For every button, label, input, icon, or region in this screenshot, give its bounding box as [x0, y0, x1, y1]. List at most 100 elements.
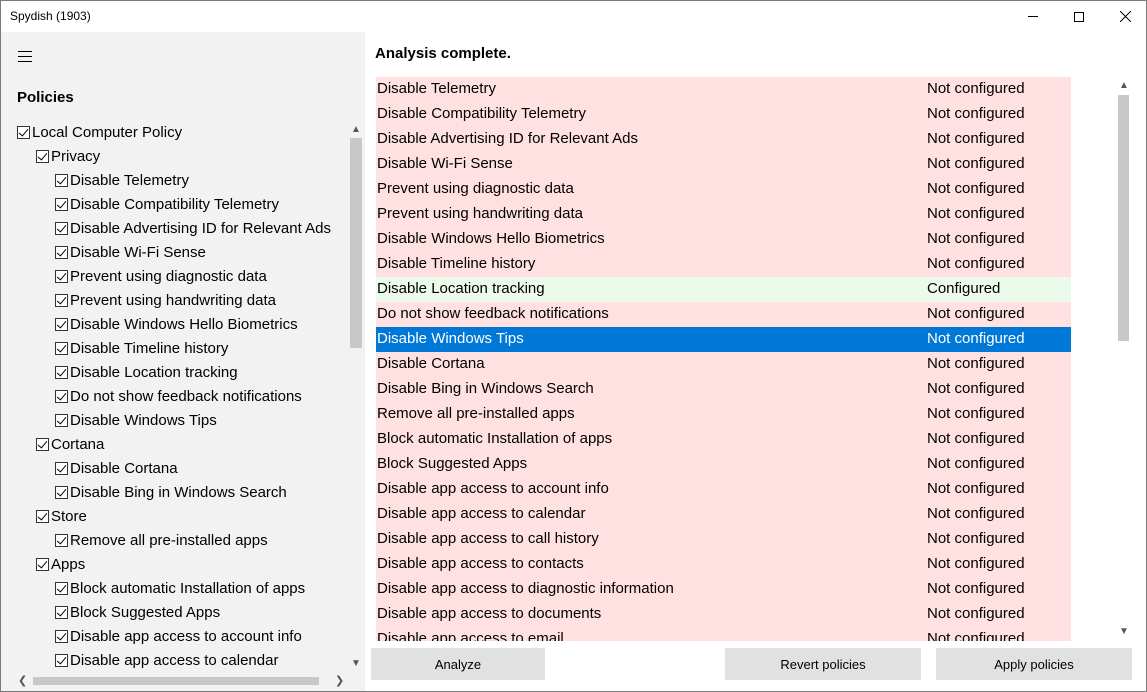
list-vertical-scrollbar[interactable]: ▲ ▼ — [1115, 77, 1132, 641]
sidebar-horizontal-scrollbar[interactable]: ❮ ❯ — [15, 673, 349, 689]
policy-row[interactable]: Prevent using handwriting data Not config… — [376, 202, 1071, 227]
tree-item[interactable]: Disable Windows Hello Biometrics — [55, 312, 298, 336]
scroll-thumb-horizontal[interactable] — [33, 677, 319, 685]
apply-policies-button[interactable]: Apply policies — [936, 648, 1132, 680]
policy-row[interactable]: Disable app access to call history Not co… — [376, 527, 1071, 552]
checkbox-checked-icon[interactable] — [55, 533, 68, 547]
checkbox-checked-icon[interactable] — [36, 557, 49, 571]
policy-row[interactable]: Remove all pre-installed apps Not configu… — [376, 402, 1071, 427]
scroll-left-icon[interactable]: ❮ — [18, 674, 27, 687]
policy-row[interactable]: Disable app access to calendar Not config… — [376, 502, 1071, 527]
tree-item[interactable]: Block automatic Installation of apps — [55, 576, 305, 600]
maximize-button[interactable] — [1056, 1, 1102, 32]
tree-item[interactable]: Disable Telemetry — [55, 168, 189, 192]
scroll-right-icon[interactable]: ❯ — [335, 674, 344, 687]
policy-row[interactable]: Disable Cortana Not configured — [376, 352, 1071, 377]
policy-list: Disable Telemetry Not configured Disable C… — [376, 77, 1071, 641]
policy-row[interactable]: Disable Windows Tips Not configured — [376, 327, 1071, 352]
policy-name: Disable app access to calendar — [377, 505, 586, 522]
policy-row[interactable]: Disable app access to contacts Not config… — [376, 552, 1071, 577]
tree-item[interactable]: Local Computer Policy — [17, 120, 182, 144]
tree-item[interactable]: Disable app access to calendar — [55, 648, 278, 670]
checkbox-checked-icon[interactable] — [36, 509, 49, 523]
checkbox-checked-icon[interactable] — [55, 605, 68, 619]
tree-item[interactable]: Remove all pre-installed apps — [55, 528, 268, 552]
checkbox-checked-icon[interactable] — [55, 485, 68, 499]
tree-item[interactable]: Do not show feedback notifications — [55, 384, 302, 408]
policy-name: Block Suggested Apps — [377, 455, 528, 472]
policy-status: Configured — [927, 280, 1001, 297]
tree-item[interactable]: Disable Cortana — [55, 456, 178, 480]
policy-row[interactable]: Disable Bing in Windows Search Not config… — [376, 377, 1071, 402]
policy-row[interactable]: Disable Compatibility Telemetry Not confi… — [376, 102, 1071, 127]
policy-row[interactable]: Disable Location tracking Configured — [376, 277, 1071, 302]
checkbox-checked-icon[interactable] — [55, 221, 68, 235]
revert-policies-button[interactable]: Revert policies — [725, 648, 921, 680]
checkbox-checked-icon[interactable] — [17, 125, 30, 139]
checkbox-checked-icon[interactable] — [55, 173, 68, 187]
tree-item-label: Privacy — [51, 147, 101, 165]
policy-row[interactable]: Block automatic Installation of apps Not … — [376, 427, 1071, 452]
analyze-button[interactable]: Analyze — [371, 648, 545, 680]
checkbox-checked-icon[interactable] — [55, 293, 68, 307]
scroll-up-icon[interactable]: ▲ — [1119, 80, 1129, 91]
policy-row[interactable]: Disable Telemetry Not configured — [376, 77, 1071, 102]
policy-row[interactable]: Disable app access to documents Not confi… — [376, 602, 1071, 627]
policy-row[interactable]: Disable app access to diagnostic informa… — [376, 577, 1071, 602]
checkbox-checked-icon[interactable] — [55, 461, 68, 475]
tree-item[interactable]: Store — [36, 504, 87, 528]
policy-row[interactable]: Prevent using diagnostic data Not configu… — [376, 177, 1071, 202]
checkbox-checked-icon[interactable] — [55, 581, 68, 595]
tree-item[interactable]: Prevent using handwriting data — [55, 288, 276, 312]
scroll-down-icon[interactable]: ▼ — [351, 658, 361, 669]
tree-item[interactable]: Block Suggested Apps — [55, 600, 220, 624]
tree-item[interactable]: Disable Wi-Fi Sense — [55, 240, 206, 264]
policy-status: Not configured — [927, 580, 1025, 597]
sidebar-vertical-scrollbar[interactable]: ▲ ▼ — [348, 120, 364, 672]
tree-item-label: Disable Compatibility Telemetry — [70, 195, 279, 213]
policy-name: Disable Bing in Windows Search — [377, 380, 594, 397]
checkbox-checked-icon[interactable] — [55, 197, 68, 211]
checkbox-checked-icon[interactable] — [55, 629, 68, 643]
hamburger-icon[interactable] — [18, 51, 32, 62]
policy-row[interactable]: Do not show feedback notifications Not co… — [376, 302, 1071, 327]
checkbox-checked-icon[interactable] — [36, 437, 49, 451]
checkbox-checked-icon[interactable] — [55, 341, 68, 355]
checkbox-checked-icon[interactable] — [55, 245, 68, 259]
policy-row[interactable]: Disable Windows Hello Biometrics Not conf… — [376, 227, 1071, 252]
scroll-thumb[interactable] — [350, 138, 362, 348]
tree-item[interactable]: Cortana — [36, 432, 104, 456]
policy-row[interactable]: Disable Wi-Fi Sense Not configured — [376, 152, 1071, 177]
tree-item[interactable]: Privacy — [36, 144, 100, 168]
checkbox-checked-icon[interactable] — [55, 317, 68, 331]
minimize-button[interactable] — [1010, 1, 1056, 32]
checkbox-checked-icon[interactable] — [55, 365, 68, 379]
checkbox-checked-icon[interactable] — [55, 413, 68, 427]
scroll-thumb[interactable] — [1118, 95, 1129, 341]
scroll-down-icon[interactable]: ▼ — [1119, 626, 1129, 637]
policy-row[interactable]: Disable app access to email Not configure… — [376, 627, 1071, 641]
scroll-up-icon[interactable]: ▲ — [351, 124, 361, 135]
policy-row[interactable]: Disable app access to account info Not co… — [376, 477, 1071, 502]
policy-row[interactable]: Disable Advertising ID for Relevant Ads N… — [376, 127, 1071, 152]
checkbox-checked-icon[interactable] — [55, 389, 68, 403]
close-button[interactable] — [1102, 1, 1147, 32]
tree-item[interactable]: Disable Location tracking — [55, 360, 238, 384]
checkbox-checked-icon[interactable] — [55, 653, 68, 667]
policy-row[interactable]: Disable Timeline history Not configured — [376, 252, 1071, 277]
tree-item[interactable]: Disable Advertising ID for Relevant Ads — [55, 216, 331, 240]
policy-name: Disable app access to call history — [377, 530, 599, 547]
minimize-icon — [1028, 16, 1038, 17]
tree-item[interactable]: Disable Timeline history — [55, 336, 228, 360]
tree-item[interactable]: Disable app access to account info — [55, 624, 302, 648]
policy-tree: Local Computer Policy Privacy Disable Tele… — [15, 120, 349, 670]
tree-item-label: Disable Windows Hello Biometrics — [70, 315, 298, 333]
tree-item[interactable]: Disable Bing in Windows Search — [55, 480, 287, 504]
checkbox-checked-icon[interactable] — [36, 149, 49, 163]
tree-item[interactable]: Disable Compatibility Telemetry — [55, 192, 279, 216]
tree-item[interactable]: Disable Windows Tips — [55, 408, 217, 432]
tree-item[interactable]: Apps — [36, 552, 85, 576]
tree-item[interactable]: Prevent using diagnostic data — [55, 264, 267, 288]
policy-row[interactable]: Block Suggested Apps Not configured — [376, 452, 1071, 477]
checkbox-checked-icon[interactable] — [55, 269, 68, 283]
